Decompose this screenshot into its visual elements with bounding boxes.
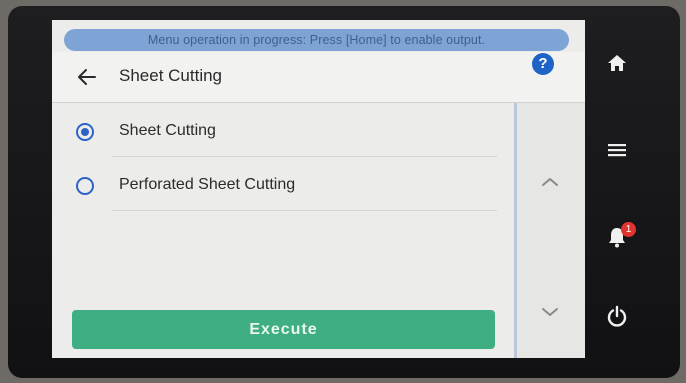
home-button[interactable]: [592, 38, 642, 88]
side-nav: 1: [588, 20, 646, 358]
title-bar: Sheet Cutting: [52, 52, 585, 103]
option-perforated-sheet-cutting[interactable]: Perforated Sheet Cutting: [52, 157, 497, 211]
notifications-button[interactable]: 1: [592, 212, 642, 262]
menu-button[interactable]: [592, 125, 642, 175]
execute-button[interactable]: Execute: [72, 310, 495, 349]
notification-badge: 1: [621, 222, 636, 237]
option-sheet-cutting[interactable]: Sheet Cutting: [52, 103, 497, 157]
option-label: Perforated Sheet Cutting: [119, 176, 296, 193]
home-icon: [608, 55, 626, 71]
power-button[interactable]: [592, 291, 642, 341]
back-arrow-icon[interactable]: [74, 64, 100, 90]
status-banner: Menu operation in progress: Press [Home]…: [64, 29, 569, 51]
power-icon: [607, 305, 627, 327]
divider: [112, 210, 497, 211]
menu-icon: [608, 144, 626, 157]
option-list: Sheet Cutting Perforated Sheet Cutting: [52, 103, 514, 303]
touch-screen: Menu operation in progress: Press [Home]…: [52, 20, 585, 358]
option-label: Sheet Cutting: [119, 122, 216, 139]
chevron-down-icon[interactable]: [536, 303, 564, 321]
chevron-up-icon[interactable]: [536, 173, 564, 191]
scroll-column: [514, 103, 585, 358]
radio-selected-icon[interactable]: [76, 123, 94, 141]
page-title: Sheet Cutting: [119, 66, 223, 85]
radio-unselected-icon[interactable]: [76, 177, 94, 195]
help-icon[interactable]: ?: [532, 53, 554, 75]
